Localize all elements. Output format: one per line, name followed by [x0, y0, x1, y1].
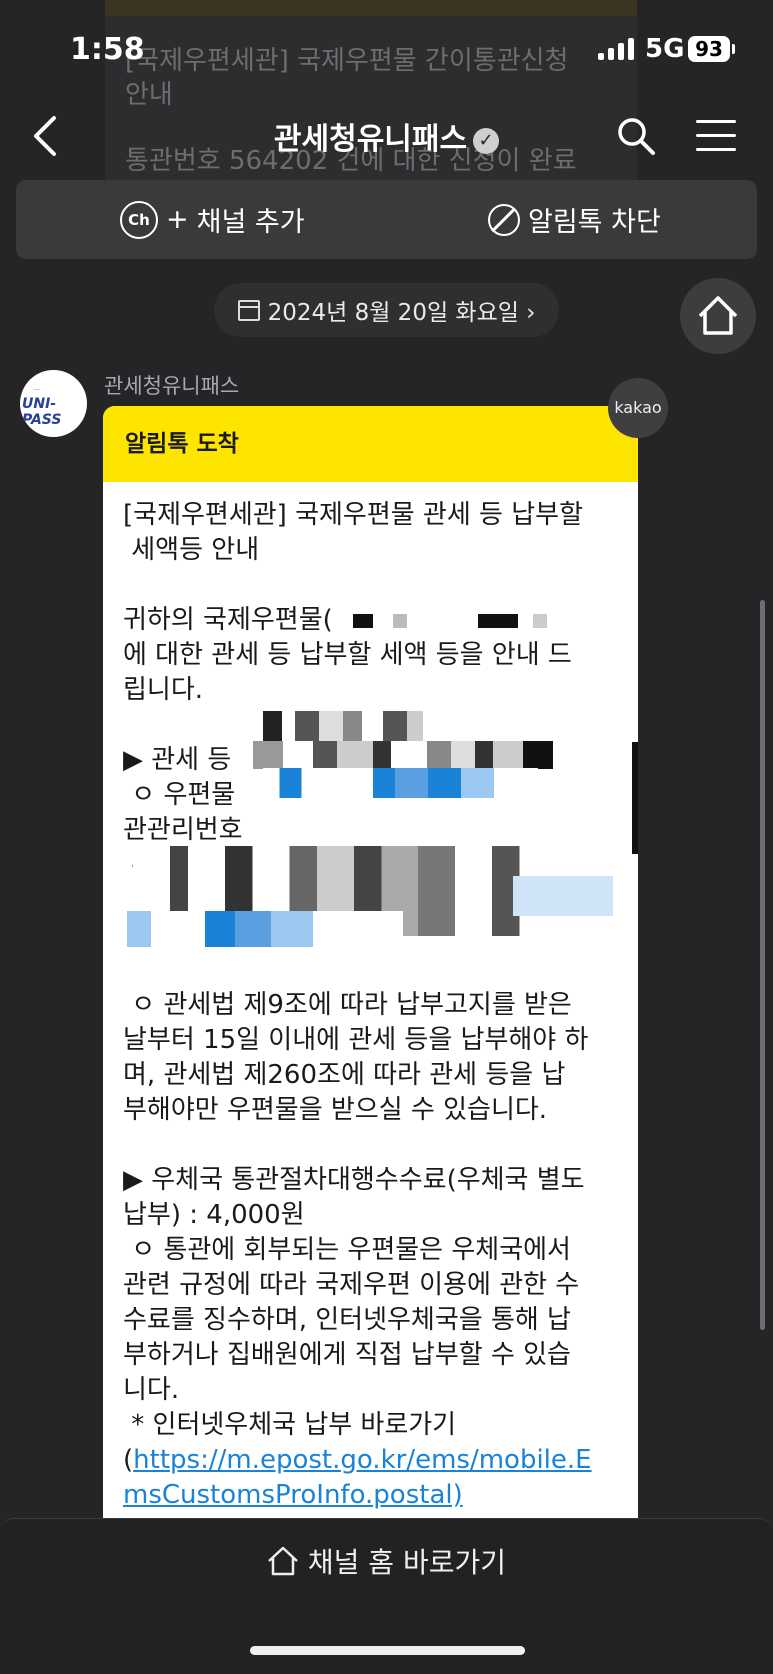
- home-icon: [698, 296, 738, 335]
- bubble-edge-marker: [632, 742, 638, 854]
- channel-plus-icon: Ch: [120, 200, 158, 239]
- avatar-subtext: —: [34, 386, 40, 393]
- epost-link-line-2[interactable]: msCustomsProInfo.postal): [123, 1480, 463, 1510]
- alimtalk-header: 알림톡 도착: [103, 406, 638, 482]
- message-line: 에 대한 관세 등 납부할 세액 등을 안내 드: [123, 640, 572, 670]
- epost-link[interactable]: https://m.epost.go.kr/ems/mobile.E: [133, 1445, 591, 1475]
- message-line: [123, 568, 623, 603]
- date-divider[interactable]: 2024년 8월 20일 화요일 ›: [214, 283, 559, 337]
- home-indicator: [250, 1646, 525, 1655]
- message-line: ㅇ 관세법 제9조에 따라 납부고지를 받은: [123, 990, 572, 1020]
- plus-glyph: +: [166, 204, 189, 235]
- scrollbar[interactable]: [760, 600, 765, 1330]
- search-icon[interactable]: [616, 116, 656, 156]
- message-line: 수료를 징수하며, 인터넷우체국을 통해 납: [123, 1305, 571, 1335]
- message-line: 관련 규정에 따라 국제우편 이용에 관한 수: [123, 1270, 580, 1300]
- home-button[interactable]: [680, 278, 756, 354]
- chat-header: 관세청유니패스 ✓: [0, 100, 773, 180]
- message-line: 부해야만 우편물을 받으실 수 있습니다.: [123, 1095, 548, 1125]
- channel-footer: 채널 홈 바로가기: [0, 1518, 773, 1674]
- home-outline-icon: [268, 1546, 298, 1576]
- channel-name: 관세청유니패스: [273, 122, 468, 157]
- message-body: [국제우편세관] 국제우편물 관세 등 납부할 세액등 안내 귀하의 국제우편물…: [123, 498, 623, 1513]
- sender-name: 관세청유니패스: [104, 374, 240, 398]
- message-line: [123, 953, 623, 988]
- message-line: 부하거나 집배원에게 직접 납부할 수 있습: [123, 1340, 571, 1370]
- message-line: ▶ 우체국 통관절차대행수수료(우체국 별도: [123, 1165, 585, 1195]
- channel-action-bar: Ch + 채널 추가 알림톡 차단: [16, 180, 757, 259]
- block-alimtalk-label: 알림톡 차단: [528, 207, 661, 238]
- signal-icon: [598, 38, 634, 60]
- avatar-logo-text: UNI-PASS: [22, 396, 62, 428]
- block-alimtalk-button[interactable]: 알림톡 차단: [488, 180, 661, 259]
- message-line: * 인터넷우체국 납부 바로가기: [123, 1410, 457, 1440]
- date-label: 2024년 8월 20일 화요일 ›: [267, 300, 536, 326]
- battery-icon: 93: [688, 36, 735, 62]
- channel-avatar[interactable]: — UNI-PASS: [20, 370, 87, 437]
- add-channel-button[interactable]: Ch + 채널 추가: [120, 180, 305, 259]
- status-time: 1:58: [70, 32, 145, 67]
- message-line: [국제우편세관] 국제우편물 관세 등 납부할: [123, 500, 583, 530]
- message-line: 립니다.: [123, 675, 204, 705]
- message-line: 납부) : 4,000원: [123, 1200, 305, 1230]
- channel-title: 관세청유니패스 ✓: [0, 114, 773, 158]
- alimtalk-message-bubble: 알림톡 도착 [국제우편세관] 국제우편물 관세 등 납부할 세액등 안내 귀하…: [103, 406, 638, 1526]
- link-open-paren: (: [123, 1445, 134, 1475]
- message-line: 세액등 안내: [123, 535, 260, 565]
- message-line: 며, 관세법 제260조에 따라 관세 등을 납: [123, 1060, 566, 1090]
- message-line: 귀하의 국제우편물(: [123, 605, 333, 635]
- add-channel-label: 채널 추가: [196, 207, 305, 238]
- message-line: 관관리번호: [123, 815, 243, 845]
- message-line: ㅇ 통관에 회부되는 우편물은 우체국에서: [123, 1235, 571, 1265]
- message-line: 니다.: [123, 1375, 180, 1405]
- hamburger-menu-icon[interactable]: [696, 120, 736, 152]
- calendar-icon: [237, 299, 260, 321]
- status-bar: 1:58 5G 93: [0, 0, 773, 100]
- network-type: 5G: [645, 34, 685, 64]
- epost-link-line-1[interactable]: (https://m.epost.go.kr/ems/mobile.E: [123, 1443, 623, 1478]
- kakao-badge: kakao: [608, 378, 668, 438]
- message-line: 날부터 15일 이내에 관세 등을 납부해야 하: [123, 1025, 589, 1055]
- block-icon: [488, 203, 520, 236]
- verified-badge-icon: ✓: [473, 127, 500, 154]
- message-line: [123, 1128, 623, 1163]
- channel-home-label: 채널 홈 바로가기: [307, 1546, 507, 1579]
- channel-home-link[interactable]: 채널 홈 바로가기: [0, 1541, 773, 1581]
